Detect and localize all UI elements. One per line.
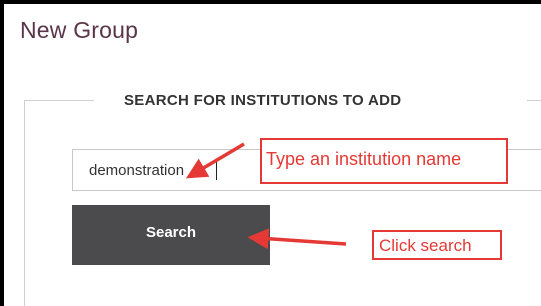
fieldset-border-top-left: [24, 100, 94, 101]
section-legend: SEARCH FOR INSTITUTIONS TO ADD: [124, 92, 402, 109]
fieldset-border-left: [24, 100, 25, 306]
search-button[interactable]: Search: [72, 205, 270, 265]
type-institution-callout: Type an institution name: [260, 138, 508, 184]
page-title: New Group: [20, 17, 139, 43]
text-cursor: [216, 160, 217, 180]
fieldset-border-top-right: [527, 100, 541, 101]
screenshot-frame: New Group SEARCH FOR INSTITUTIONS TO ADD…: [4, 4, 541, 306]
click-search-callout: Click search: [372, 230, 502, 260]
arrow-to-button-icon: [247, 228, 347, 250]
